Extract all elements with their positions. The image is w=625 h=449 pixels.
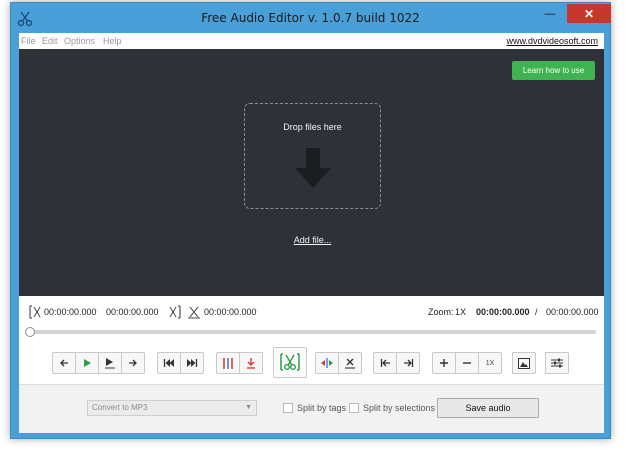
forward-button[interactable] [121,352,145,374]
time-row: 00:00:00.000 00:00:00.000 00:00:00.000 Z… [19,304,604,320]
goto-button-group [373,352,420,374]
play-button[interactable] [75,352,99,374]
zoom-button-group: 1X [432,352,502,374]
menu-help[interactable]: Help [103,36,122,46]
time-separator: / [535,307,538,317]
learn-how-to-use-button[interactable]: Learn how to use [512,61,595,80]
settings-button[interactable] [545,352,569,374]
menu-edit[interactable]: Edit [42,36,58,46]
title-bar[interactable]: Free Audio Editor v. 1.0.7 build 1022 — … [11,3,611,33]
down-arrow-icon [293,148,333,190]
image-button[interactable] [512,352,536,374]
format-select-value: Convert to MP3 [92,403,148,412]
zoom-value: 1X [455,307,467,317]
website-link[interactable]: www.dvdvideosoft.com [506,36,598,46]
skip-start-button[interactable] [157,352,181,374]
menu-bar: File Edit Options Help www.dvdvideosoft.… [19,33,604,49]
go-to-start-button[interactable] [373,352,397,374]
client-area: File Edit Options Help www.dvdvideosoft.… [19,33,604,433]
playback-controls: 00:00:00.000 00:00:00.000 00:00:00.000 Z… [19,296,604,384]
go-to-end-icon [403,358,414,368]
selection-start-time: 00:00:00.000 [44,307,97,317]
image-button-group [512,352,536,374]
download-marker-icon [246,357,256,369]
delete-selection-button[interactable] [338,352,362,374]
app-window: Free Audio Editor v. 1.0.7 build 1022 — … [10,2,611,439]
cut-button[interactable] [273,347,307,378]
cut-time: 00:00:00.000 [204,307,257,317]
play-icon [82,358,92,368]
selection-start-marker-icon[interactable] [28,305,42,319]
split-by-selections-checkbox[interactable] [349,403,359,413]
cut-marker-icon[interactable] [187,305,201,319]
zoom-out-button[interactable] [455,352,479,374]
total-time: 00:00:00.000 [546,307,599,317]
mark-selection-icon [320,358,334,368]
zoom-out-icon [462,358,472,368]
zoom-in-icon [439,358,449,368]
selection-end-marker-icon[interactable] [168,305,182,319]
mark-selection-button[interactable] [315,352,339,374]
split-by-selections-label[interactable]: Split by selections [363,403,435,413]
current-time: 00:00:00.000 [476,307,530,317]
drop-zone[interactable]: Drop files here [244,103,381,209]
skip-button-group [157,352,204,374]
go-to-end-button[interactable] [396,352,420,374]
marker-button-group [216,352,263,374]
selection-end-time: 00:00:00.000 [106,307,159,317]
split-markers-icon [222,357,234,369]
split-markers-button[interactable] [216,352,240,374]
format-select[interactable]: Convert to MP3 ▼ [87,400,257,416]
play-selection-button[interactable] [98,352,122,374]
delete-selection-icon [344,358,356,369]
playback-button-group [52,352,145,374]
chevron-down-icon: ▼ [245,404,252,411]
window-title: Free Audio Editor v. 1.0.7 build 1022 [201,11,420,25]
back-button[interactable] [52,352,76,374]
zoom-reset-icon: 1X [485,359,495,367]
go-to-start-icon [380,358,391,368]
scissors-cut-icon [279,352,301,374]
image-icon [518,357,530,369]
zoom-reset-button[interactable]: 1X [478,352,502,374]
split-by-tags-checkbox[interactable] [283,403,293,413]
seek-thumb[interactable] [25,327,35,337]
drop-files-text: Drop files here [283,122,342,132]
save-audio-button[interactable]: Save audio [437,398,539,418]
split-by-tags-label[interactable]: Split by tags [297,403,346,413]
back-arrow-icon [59,358,69,368]
minimize-button[interactable]: — [537,4,563,23]
zoom-label: Zoom: [428,307,454,317]
skip-end-button[interactable] [180,352,204,374]
add-file-link[interactable]: Add file... [244,235,381,245]
zoom-in-button[interactable] [432,352,456,374]
selection-button-group [315,352,362,374]
menu-file[interactable]: File [21,36,36,46]
close-button[interactable]: ✕ [567,4,611,23]
download-marker-button[interactable] [239,352,263,374]
play-selection-icon [104,357,116,369]
settings-button-group [545,352,569,374]
settings-sliders-icon [551,358,563,368]
forward-arrow-icon [128,358,138,368]
output-bar: Convert to MP3 ▼ Split by tags Split by … [19,384,604,433]
menu-options[interactable]: Options [64,36,95,46]
skip-end-icon [186,358,198,368]
seek-bar[interactable] [25,327,596,337]
drop-area[interactable]: Learn how to use Drop files here Add fil… [19,49,604,296]
skip-start-icon [163,358,175,368]
